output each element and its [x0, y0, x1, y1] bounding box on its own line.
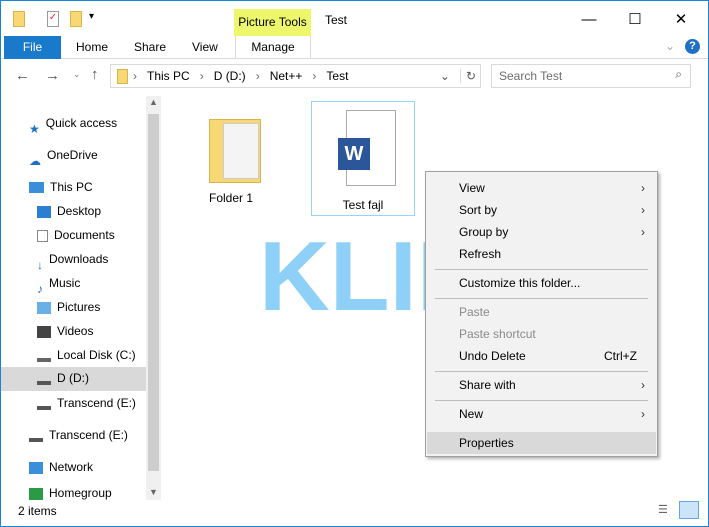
- nav-onedrive[interactable]: ☁ OneDrive: [1, 144, 146, 168]
- tab-manage[interactable]: Manage: [235, 36, 311, 59]
- menu-item-sort-by[interactable]: Sort by ›: [426, 199, 657, 221]
- breadcrumb-this-pc[interactable]: This PC: [147, 69, 190, 83]
- download-icon: ↓: [37, 257, 43, 272]
- item-count: 2 items: [18, 504, 57, 518]
- context-menu: View › Sort by › Group by › Refresh Customi…: [425, 171, 658, 457]
- title-bar: ✓ ▾ Picture Tools Test — ☐ ✕: [1, 1, 708, 36]
- tab-file[interactable]: File: [4, 36, 61, 59]
- computer-icon: [29, 182, 44, 194]
- nav-videos[interactable]: Videos: [1, 320, 146, 342]
- nav-downloads[interactable]: ↓ Downloads: [1, 248, 146, 272]
- large-icons-view-button[interactable]: [679, 501, 699, 519]
- maximize-button[interactable]: ☐: [612, 9, 658, 33]
- menu-separator: [435, 269, 648, 270]
- nav-transcend-e[interactable]: Transcend (E:): [1, 392, 146, 414]
- menu-item-refresh[interactable]: Refresh: [426, 243, 657, 265]
- nav-d-drive[interactable]: D (D:): [1, 367, 146, 391]
- customize-quick-access-icon[interactable]: ▾: [89, 11, 94, 22]
- chevron-right-icon: ›: [641, 407, 645, 421]
- details-view-button[interactable]: ☰: [658, 503, 674, 517]
- chevron-right-icon: ›: [641, 203, 645, 217]
- tab-home[interactable]: Home: [63, 36, 121, 59]
- nav-quick-access[interactable]: ★ Quick access: [1, 112, 146, 136]
- close-button[interactable]: ✕: [658, 9, 704, 33]
- minimize-button[interactable]: —: [566, 9, 612, 33]
- nav-network[interactable]: Network: [1, 456, 146, 478]
- folder-icon: [13, 11, 25, 27]
- search-placeholder: Search Test: [499, 69, 563, 83]
- file-item-word[interactable]: W Test fajl: [311, 101, 415, 216]
- scroll-up-icon[interactable]: ▲: [149, 97, 158, 107]
- menu-item-paste-shortcut: Paste shortcut: [459, 327, 536, 341]
- expand-ribbon-icon[interactable]: ⌄: [665, 39, 675, 53]
- breadcrumb-d-drive[interactable]: D (D:): [214, 69, 246, 83]
- ribbon-tabs: File Home Share View Manage ⌄ ?: [1, 36, 708, 59]
- navigation-pane: ★ Quick access ☁ OneDrive This PC Desktop …: [1, 96, 146, 500]
- star-icon: ★: [29, 121, 40, 136]
- explorer-window: ✓ ▾ Picture Tools Test — ☐ ✕ File Home S…: [0, 0, 709, 527]
- help-icon[interactable]: ?: [685, 39, 700, 54]
- scrollbar-thumb[interactable]: [148, 114, 159, 471]
- up-button[interactable]: ↑: [91, 66, 99, 83]
- network-icon: [29, 461, 43, 474]
- homegroup-icon: [29, 487, 43, 500]
- menu-item-new[interactable]: New ›: [426, 403, 657, 425]
- nav-this-pc[interactable]: This PC: [1, 176, 146, 198]
- menu-item-group-by[interactable]: Group by ›: [426, 221, 657, 243]
- drive-icon: [37, 373, 51, 385]
- address-bar[interactable]: › This PC › D (D:) › Net++ › Test ⌄ ↻: [110, 64, 481, 88]
- status-bar: 2 items: [1, 501, 708, 523]
- chevron-right-icon: ›: [641, 181, 645, 195]
- scroll-down-icon[interactable]: ▼: [149, 487, 158, 497]
- desktop-icon: [37, 205, 51, 218]
- breadcrumb-test[interactable]: Test: [326, 69, 348, 83]
- file-name: Test fajl: [342, 198, 384, 212]
- file-name: Folder 1: [208, 191, 254, 205]
- tab-share[interactable]: Share: [121, 36, 179, 59]
- documents-icon: [37, 229, 48, 242]
- nav-desktop[interactable]: Desktop: [1, 200, 146, 222]
- menu-item-share-with[interactable]: Share with ›: [426, 374, 657, 396]
- address-dropdown-icon[interactable]: ⌄: [440, 69, 450, 83]
- menu-separator: [435, 400, 648, 401]
- recent-locations-icon[interactable]: ⌄: [73, 69, 81, 80]
- menu-item-customize[interactable]: Customize this folder...: [426, 272, 657, 294]
- drive-icon: [37, 398, 51, 410]
- menu-separator: [435, 298, 648, 299]
- menu-separator: [435, 371, 648, 372]
- properties-quick-icon[interactable]: ✓: [47, 11, 59, 27]
- new-folder-quick-icon[interactable]: [70, 11, 82, 27]
- nav-homegroup[interactable]: Homegroup: [1, 487, 146, 500]
- videos-icon: [37, 325, 51, 338]
- drive-icon: [29, 430, 43, 442]
- picture-tools-label: Picture Tools: [234, 9, 311, 36]
- search-input[interactable]: Search Test ⌕: [491, 64, 691, 88]
- folder-icon: [201, 111, 261, 191]
- nav-documents[interactable]: Documents: [1, 224, 146, 246]
- nav-pictures[interactable]: Pictures: [1, 296, 146, 318]
- pictures-icon: [37, 301, 51, 314]
- nav-local-disk-c[interactable]: Local Disk (C:): [1, 344, 146, 366]
- nav-transcend-e-root[interactable]: Transcend (E:): [1, 424, 146, 446]
- back-button[interactable]: ←: [15, 67, 30, 84]
- folder-icon: [117, 68, 128, 84]
- chevron-right-icon: ›: [641, 225, 645, 239]
- window-title: Test: [325, 13, 348, 27]
- forward-button[interactable]: →: [45, 67, 60, 84]
- chevron-right-icon: ›: [641, 378, 645, 392]
- cloud-icon: ☁: [29, 153, 41, 168]
- breadcrumb-net[interactable]: Net++: [270, 69, 303, 83]
- drive-icon: [37, 350, 51, 362]
- music-icon: ♪: [37, 281, 43, 296]
- menu-item-undo-delete[interactable]: Undo Delete Ctrl+Z: [426, 345, 657, 367]
- menu-item-view[interactable]: View ›: [426, 177, 657, 199]
- menu-item-properties[interactable]: Properties: [427, 432, 656, 454]
- nav-music[interactable]: ♪ Music: [1, 272, 146, 296]
- word-document-icon: W: [328, 110, 398, 190]
- refresh-icon[interactable]: ↻: [459, 69, 476, 83]
- file-item-folder[interactable]: Folder 1: [181, 101, 281, 205]
- menu-item-paste: Paste: [459, 305, 490, 319]
- search-icon: ⌕: [675, 67, 682, 81]
- tab-view[interactable]: View: [179, 36, 231, 59]
